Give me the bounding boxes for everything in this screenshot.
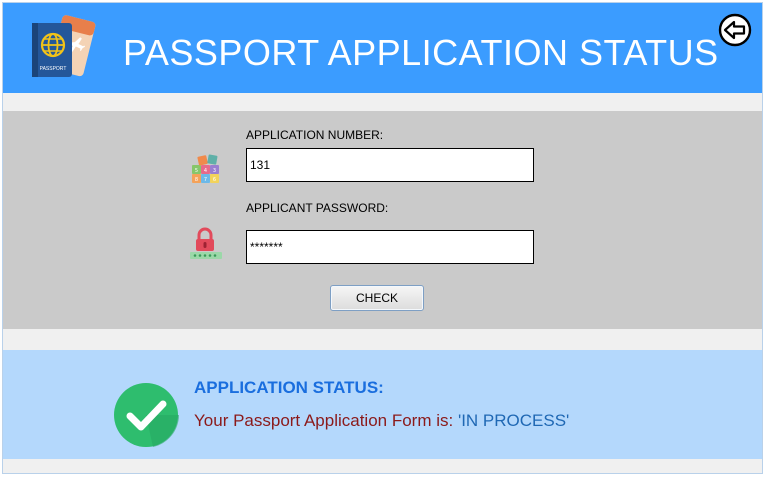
passport-logo-text: PASSPORT [40, 66, 67, 72]
check-circle-icon [114, 383, 179, 447]
svg-text:7: 7 [204, 177, 207, 183]
passport-icon: PASSPORT [32, 15, 96, 77]
applicant-password-label: APPLICANT PASSWORD: [246, 201, 389, 215]
svg-text:6: 6 [213, 177, 216, 183]
number-blocks-icon: 876 543 [192, 154, 219, 183]
page-title: PASSPORT APPLICATION STATUS [123, 32, 719, 73]
status-value: 'IN PROCESS' [457, 411, 570, 430]
status-message: Your Passport Application Form is: 'IN P… [194, 411, 569, 431]
svg-text:3: 3 [213, 168, 216, 174]
application-number-input[interactable] [246, 148, 534, 182]
check-button[interactable]: CHECK [330, 285, 424, 311]
padlock-icon [190, 227, 222, 259]
status-message-prefix: Your Passport Application Form is: [194, 411, 458, 430]
status-heading: APPLICATION STATUS: [194, 378, 384, 397]
svg-text:4: 4 [204, 168, 207, 174]
application-number-label: APPLICATION NUMBER: [246, 128, 384, 142]
header-bar: PASSPORT PASSPORT APPLICATION STATUS [3, 3, 762, 93]
back-button[interactable] [718, 13, 752, 47]
applicant-password-input[interactable] [246, 230, 534, 264]
svg-text:5: 5 [195, 168, 198, 174]
svg-text:8: 8 [195, 177, 198, 183]
arrow-left-circle-icon [718, 13, 752, 47]
